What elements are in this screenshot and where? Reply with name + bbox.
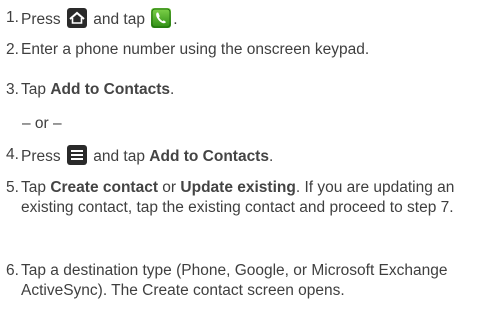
step-text-middle: and tap	[93, 148, 150, 165]
step-text-mid: or	[158, 179, 181, 196]
or-separator: – or –	[22, 115, 62, 132]
create-contact-label: Create contact	[50, 179, 158, 196]
add-to-contacts-label: Add to Contacts	[50, 81, 170, 98]
step-text: Tap Add to Contacts.	[21, 80, 489, 100]
step-number: 3.	[6, 81, 19, 98]
step-text-part: and tap	[93, 11, 145, 28]
step-number: 5.	[6, 179, 19, 196]
step-text: Press and tap .	[21, 8, 489, 30]
step-text-prefix: Press	[21, 148, 61, 165]
step-text-prefix: Tap	[21, 179, 51, 196]
phone-app-icon	[151, 8, 172, 28]
step-text-part: Press	[21, 11, 61, 28]
menu-key-icon	[66, 145, 87, 165]
step-number: 4.	[6, 146, 19, 163]
step-text-part: .	[173, 11, 178, 28]
step-text-suffix: .	[170, 81, 175, 98]
step-text: Press and tap Add to Contacts.	[21, 145, 489, 167]
step-text-suffix: .	[268, 148, 274, 165]
step-number: 1.	[6, 9, 19, 26]
update-existing-label: Update existing	[180, 179, 296, 196]
step-text: Tap Create contact or Update existing. I…	[21, 178, 481, 218]
add-to-contacts-label: Add to Contacts	[149, 148, 269, 165]
step-number: 6.	[6, 262, 19, 279]
step-number: 2.	[6, 41, 19, 58]
step-text: Tap a destination type (Phone, Google, o…	[21, 262, 448, 299]
step-text: Enter a phone number using the onscreen …	[21, 41, 370, 58]
home-key-icon	[66, 8, 87, 28]
step-text-prefix: Tap	[21, 81, 51, 98]
